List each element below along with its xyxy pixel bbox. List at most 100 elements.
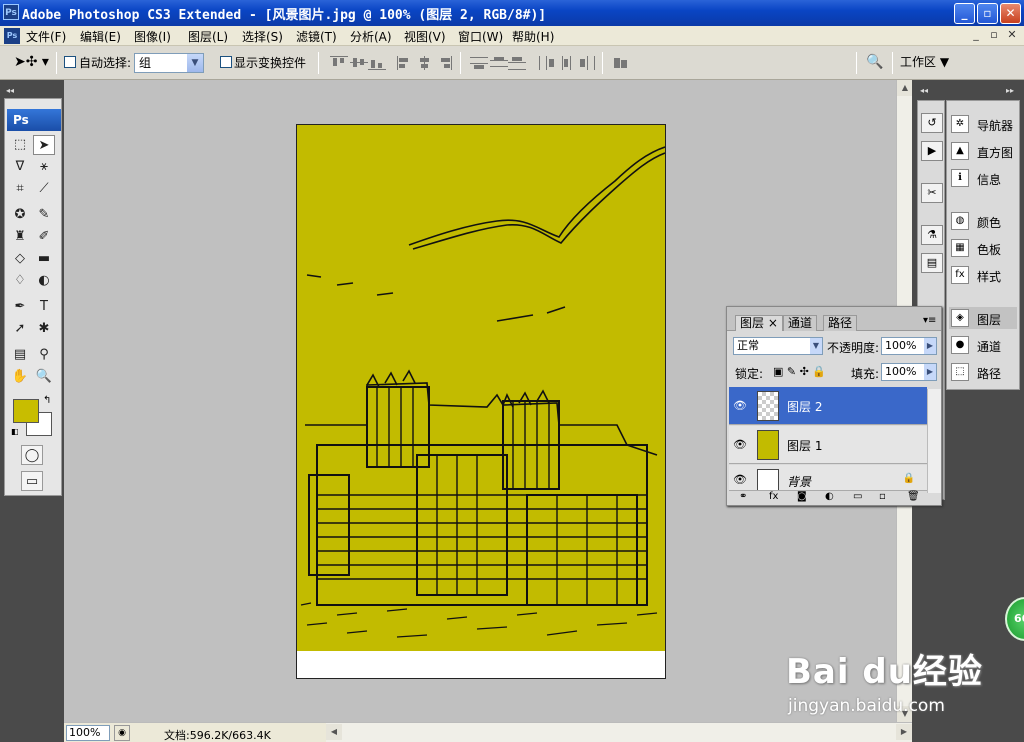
panel-layers[interactable]: ◈ 图层 xyxy=(949,307,1017,329)
layer-name[interactable]: 图层 2 xyxy=(787,398,822,415)
clone-stamp-tool-icon[interactable]: ♜ xyxy=(9,227,31,247)
panel-color[interactable]: ◍ 颜色 xyxy=(949,210,1017,232)
layer-row[interactable]: 👁 图层 1 xyxy=(729,426,927,464)
layer-row[interactable]: 👁 图层 2 xyxy=(729,387,927,425)
opacity-field[interactable]: 100% ▶ xyxy=(881,337,937,355)
type-tool-icon[interactable]: T xyxy=(33,297,55,317)
menu-edit[interactable]: 编辑(E) xyxy=(80,28,121,45)
workspace-menu-button[interactable]: 工作区 ▼ xyxy=(900,53,949,70)
panel-info[interactable]: ℹ 信息 xyxy=(949,167,1017,189)
lasso-tool-icon[interactable]: ᐁ xyxy=(9,157,31,177)
adjustment-layer-icon[interactable]: ◐ xyxy=(825,491,834,502)
image-content[interactable] xyxy=(297,125,665,651)
scroll-right-icon[interactable]: ▶ xyxy=(896,724,912,740)
default-colors-icon[interactable]: ◧ xyxy=(11,427,19,436)
gradient-tool-icon[interactable]: ▬ xyxy=(33,249,55,269)
layers-scrollbar[interactable] xyxy=(927,389,941,493)
align-top-icon[interactable] xyxy=(330,56,348,70)
scroll-left-icon[interactable]: ◀ xyxy=(326,724,342,740)
menu-help[interactable]: 帮助(H) xyxy=(512,28,554,45)
eye-icon[interactable]: 👁 xyxy=(733,438,747,451)
screen-mode-icon[interactable]: ▭ xyxy=(21,471,43,491)
crop-tool-icon[interactable]: ⌗ xyxy=(9,179,31,199)
tab-paths[interactable]: 路径 xyxy=(823,315,858,331)
menu-filter[interactable]: 滤镜(T) xyxy=(296,28,337,45)
fill-field[interactable]: 100% ▶ xyxy=(881,363,937,381)
align-left-icon[interactable] xyxy=(396,56,414,70)
actions-panel-icon[interactable]: ▶ xyxy=(921,141,943,161)
close-button[interactable]: ✕ xyxy=(1000,3,1021,24)
minimize-button[interactable]: _ xyxy=(954,3,975,24)
notes-tool-icon[interactable]: ▤ xyxy=(9,345,31,365)
show-transform-checkbox[interactable] xyxy=(220,56,232,68)
hand-tool-icon[interactable]: ✋ xyxy=(9,367,31,387)
panel-paths[interactable]: ⬚ 路径 xyxy=(949,361,1017,383)
distribute-vcenter-icon[interactable] xyxy=(490,56,508,70)
panel-styles[interactable]: fx 样式 xyxy=(949,264,1017,286)
blend-mode-select[interactable]: 正常 ▼ xyxy=(733,337,823,355)
brush-tool-icon[interactable]: ✎ xyxy=(33,205,55,225)
doc-close-icon[interactable]: ✕ xyxy=(1004,28,1020,44)
align-vcenter-icon[interactable] xyxy=(350,56,368,70)
layer-row[interactable]: 👁 背景 🔒 xyxy=(729,465,927,491)
eye-icon[interactable]: 👁 xyxy=(733,399,747,412)
marquee-tool-icon[interactable]: ⬚ xyxy=(9,135,31,155)
lock-options-icons[interactable]: ▣ ✎ ✣ 🔒 xyxy=(773,365,826,378)
auto-select-dropdown[interactable]: 组 ▼ xyxy=(134,53,204,73)
panel-navigator[interactable]: ✲ 导航器 xyxy=(949,113,1017,135)
document-icon[interactable]: Ps xyxy=(4,28,20,44)
slice-tool-icon[interactable]: ⟋ xyxy=(33,179,55,199)
menu-view[interactable]: 视图(V) xyxy=(404,28,446,45)
delete-layer-icon[interactable]: 🗑 xyxy=(907,491,920,502)
collapse-arrows-icon[interactable]: ◂◂ xyxy=(920,86,928,95)
dodge-tool-icon[interactable]: ◐ xyxy=(33,271,55,291)
align-bottom-icon[interactable] xyxy=(368,56,386,70)
tab-channels[interactable]: 通道 xyxy=(783,315,818,331)
eraser-tool-icon[interactable]: ◇ xyxy=(9,249,31,269)
align-right-icon[interactable] xyxy=(436,56,454,70)
zoom-level-field[interactable]: 100% xyxy=(66,725,110,741)
scroll-up-icon[interactable]: ▲ xyxy=(897,80,913,96)
custom-shape-tool-icon[interactable]: ✱ xyxy=(33,319,55,339)
healing-brush-tool-icon[interactable]: ✪ xyxy=(9,205,31,225)
path-selection-tool-icon[interactable]: ➚ xyxy=(9,319,31,339)
blur-tool-icon[interactable]: ♢ xyxy=(9,271,31,291)
distribute-top-icon[interactable] xyxy=(470,56,488,70)
link-layers-icon[interactable]: ⚭ xyxy=(739,491,747,502)
history-panel-icon[interactable]: ↺ xyxy=(921,113,943,133)
menu-file[interactable]: 文件(F) xyxy=(26,28,66,45)
panel-channels[interactable]: ● 通道 xyxy=(949,334,1017,356)
maximize-button[interactable]: ▫ xyxy=(977,3,998,24)
quick-mask-icon[interactable]: ◯ xyxy=(21,445,43,465)
new-group-icon[interactable]: ▭ xyxy=(853,491,862,502)
menu-image[interactable]: 图像(I) xyxy=(134,28,171,45)
auto-select-checkbox[interactable] xyxy=(64,56,76,68)
panel-swatches[interactable]: ▦ 色板 xyxy=(949,237,1017,259)
document-canvas[interactable] xyxy=(296,124,666,679)
history-brush-tool-icon[interactable]: ✐ xyxy=(33,227,55,247)
panel-histogram[interactable]: ▲ 直方图 xyxy=(949,140,1017,162)
pen-tool-icon[interactable]: ✒ xyxy=(9,297,31,317)
foreground-color-swatch[interactable] xyxy=(13,399,39,423)
menu-window[interactable]: 窗口(W) xyxy=(458,28,503,45)
move-tool-icon[interactable]: ➤ xyxy=(33,135,55,155)
doc-minimize-icon[interactable]: _ xyxy=(968,28,984,44)
bridge-icon[interactable]: 🔍 xyxy=(864,54,886,72)
distribute-right-icon[interactable] xyxy=(578,56,596,70)
move-tool-preset-icon[interactable]: ➤✣ ▾ xyxy=(14,54,49,70)
status-menu-icon[interactable]: ◉ xyxy=(114,725,130,741)
layer-name[interactable]: 图层 1 xyxy=(787,437,822,454)
brushes-panel-icon[interactable]: ⚗ xyxy=(921,225,943,245)
panel-menu-icon[interactable]: ▾≡ xyxy=(923,315,936,326)
clone-source-icon[interactable]: ▤ xyxy=(921,253,943,273)
distribute-left-icon[interactable] xyxy=(538,56,556,70)
eye-icon[interactable]: 👁 xyxy=(733,473,747,486)
collapse-arrows-icon[interactable]: ◂◂ xyxy=(6,86,14,95)
magic-wand-tool-icon[interactable]: ⚹ xyxy=(33,157,55,177)
tool-presets-icon[interactable]: ✂ xyxy=(921,183,943,203)
layer-style-icon[interactable]: fx xyxy=(769,491,778,502)
expand-arrows-icon[interactable]: ▸▸ xyxy=(1006,86,1014,95)
auto-align-layers-icon[interactable] xyxy=(612,56,630,70)
tab-layers[interactable]: 图层 × xyxy=(735,315,783,331)
layer-name[interactable]: 背景 xyxy=(787,473,811,490)
